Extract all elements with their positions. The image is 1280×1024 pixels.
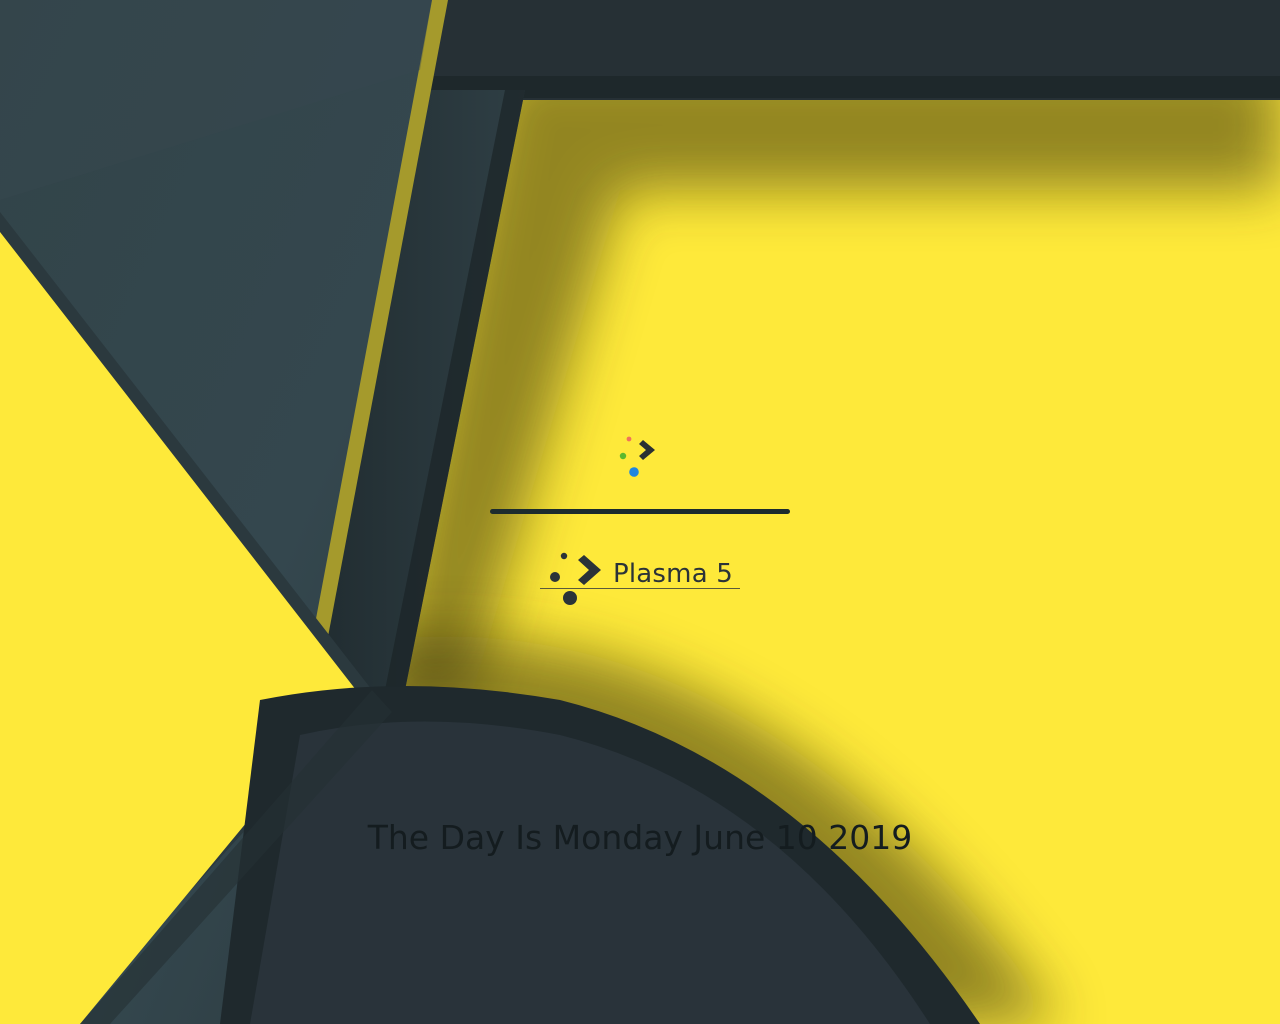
loading-progress-bar <box>490 509 790 514</box>
date-line: The Day Is Monday June 10 2019 <box>367 818 913 857</box>
plasma-brand: Plasma 5 <box>540 550 740 606</box>
splash-screen: Plasma 5 The Day Is Monday June 10 2019 <box>0 0 1280 1024</box>
brand-underline <box>540 588 740 589</box>
plasma-logo-icon <box>550 552 601 605</box>
kde-plasma-logo-icon <box>619 436 655 477</box>
loading-progress-fill <box>490 509 790 514</box>
plasma-brand-label: Plasma 5 <box>613 559 734 589</box>
